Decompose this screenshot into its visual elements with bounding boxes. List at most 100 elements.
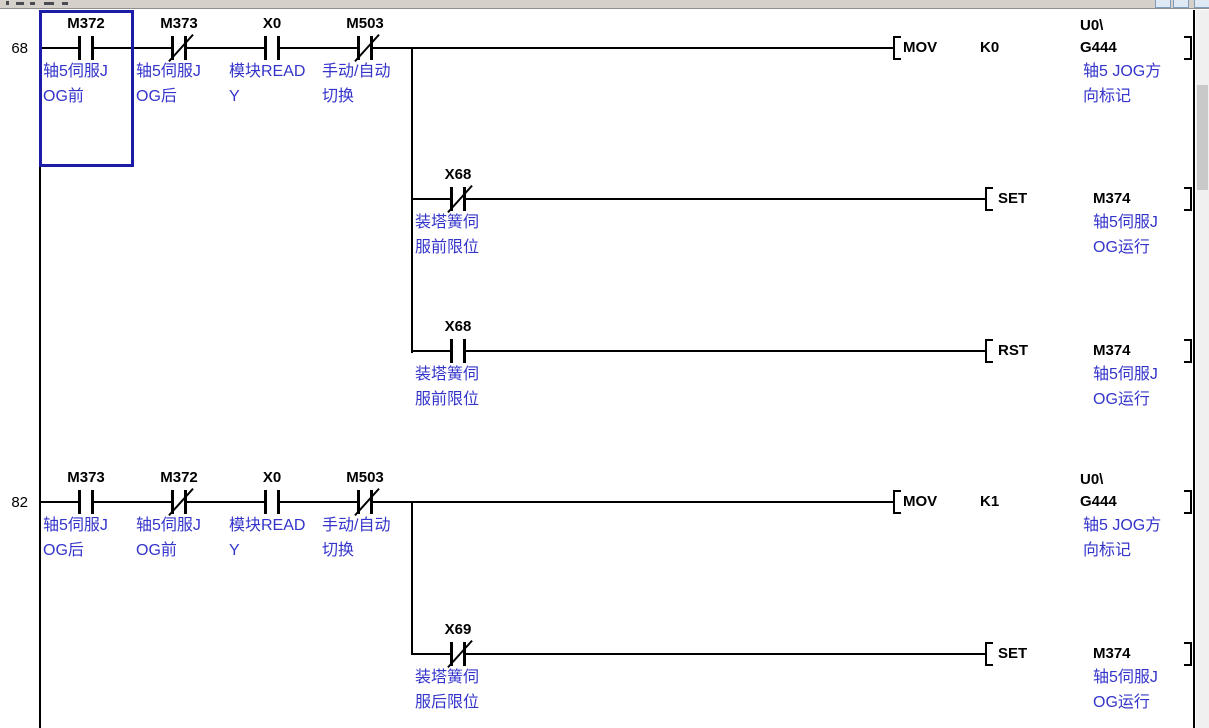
- scrollbar-thumb[interactable]: [1197, 85, 1208, 190]
- comment-line: Y: [229, 538, 305, 563]
- device-name: X0: [227, 15, 317, 32]
- wire-branch68-set: [412, 198, 985, 200]
- device-name: M372: [134, 469, 224, 486]
- instruction-name[interactable]: MOV: [903, 39, 937, 56]
- device-comment: 轴5伺服J OG后: [136, 59, 201, 109]
- rung-number: 82: [0, 494, 28, 511]
- device-name: X0: [227, 469, 317, 486]
- selection-cursor: [39, 10, 134, 167]
- instruction-dest-line2[interactable]: G444: [1080, 493, 1117, 510]
- instruction-source[interactable]: K1: [980, 493, 999, 510]
- device-name: M373: [41, 469, 131, 486]
- close-icon[interactable]: [1194, 0, 1209, 8]
- toolbar-fragment: [44, 2, 54, 5]
- device-comment: 轴5伺服J OG运行: [1093, 665, 1158, 715]
- rung-number: 68: [0, 40, 28, 57]
- device-comment: 装塔簧伺 服前限位: [415, 210, 479, 260]
- comment-line: 向标记: [1083, 538, 1161, 563]
- device-comment: 轴5伺服J OG前: [136, 513, 201, 563]
- ladder-editor[interactable]: 68 82 M372 轴5伺服J OG前 M373 轴5伺服J OG后 X0 模…: [0, 10, 1196, 728]
- device-comment: 轴5伺服J OG运行: [1093, 210, 1158, 260]
- toolbar-clipped-strip: [0, 0, 1209, 9]
- wire-branch82-set: [412, 653, 985, 655]
- device-name: X68: [413, 166, 503, 183]
- instruction-bracket-right: [1184, 339, 1192, 363]
- comment-line: 装塔簧伺: [415, 665, 479, 690]
- restore-icon[interactable]: [1173, 0, 1189, 8]
- toolbar-fragment: [30, 2, 35, 5]
- instruction-dest-line1[interactable]: U0\: [1080, 17, 1103, 34]
- comment-line: 切换: [322, 84, 390, 109]
- instruction-name[interactable]: RST: [998, 342, 1028, 359]
- toolbar-fragment: [62, 2, 68, 5]
- comment-line: 轴5伺服J: [1093, 210, 1158, 235]
- instruction-source[interactable]: K0: [980, 39, 999, 56]
- comment-line: 装塔簧伺: [415, 210, 479, 235]
- instruction-bracket-left: [985, 187, 993, 211]
- instruction-operand[interactable]: M374: [1093, 342, 1131, 359]
- comment-line: 轴5伺服J: [136, 513, 201, 538]
- minimize-icon[interactable]: [1155, 0, 1171, 8]
- device-comment: 模块READ Y: [229, 513, 305, 563]
- comment-line: 切换: [322, 538, 390, 563]
- device-comment: 装塔簧伺 服前限位: [415, 362, 479, 412]
- comment-line: 轴5 JOG方: [1083, 59, 1161, 84]
- device-comment: 轴5伺服J OG后: [43, 513, 108, 563]
- contact-m503[interactable]: [357, 36, 373, 60]
- instruction-bracket-right: [1184, 187, 1192, 211]
- instruction-name[interactable]: MOV: [903, 493, 937, 510]
- contact-x68-no[interactable]: [450, 339, 466, 363]
- comment-line: 手动/自动: [322, 59, 390, 84]
- comment-line: 向标记: [1083, 84, 1161, 109]
- comment-line: 装塔簧伺: [415, 362, 479, 387]
- comment-line: 服后限位: [415, 690, 479, 715]
- comment-line: 轴5伺服J: [1093, 362, 1158, 387]
- instruction-bracket-right: [1184, 490, 1192, 514]
- toolbar-fragment: [16, 2, 24, 5]
- comment-line: 轴5伺服J: [136, 59, 201, 84]
- comment-line: 服前限位: [415, 235, 479, 260]
- comment-line: OG运行: [1093, 387, 1158, 412]
- contact-m373[interactable]: [78, 490, 94, 514]
- device-comment: 装塔簧伺 服后限位: [415, 665, 479, 715]
- instruction-name[interactable]: SET: [998, 645, 1027, 662]
- device-name: M503: [320, 469, 410, 486]
- device-comment: 轴5 JOG方 向标记: [1083, 59, 1161, 109]
- device-name: X68: [413, 318, 503, 335]
- instruction-dest-line1[interactable]: U0\: [1080, 471, 1103, 488]
- instruction-name[interactable]: SET: [998, 190, 1027, 207]
- contact-x0[interactable]: [264, 490, 280, 514]
- instruction-dest-line2[interactable]: G444: [1080, 39, 1117, 56]
- comment-line: 轴5伺服J: [43, 513, 108, 538]
- comment-line: 轴5伺服J: [1093, 665, 1158, 690]
- comment-line: OG后: [43, 538, 108, 563]
- right-power-rail: [1193, 10, 1195, 728]
- contact-m373[interactable]: [171, 36, 187, 60]
- instruction-operand[interactable]: M374: [1093, 645, 1131, 662]
- comment-line: OG前: [136, 538, 201, 563]
- contact-x69-nc[interactable]: [450, 642, 466, 666]
- instruction-bracket-left: [893, 490, 901, 514]
- comment-line: 模块READ: [229, 59, 305, 84]
- toolbar-fragment: [6, 1, 9, 5]
- device-comment: 模块READ Y: [229, 59, 305, 109]
- comment-line: 服前限位: [415, 387, 479, 412]
- contact-x0[interactable]: [264, 36, 280, 60]
- instruction-bracket-left: [985, 642, 993, 666]
- comment-line: OG运行: [1093, 235, 1158, 260]
- device-name: X69: [413, 621, 503, 638]
- contact-m372-nc[interactable]: [171, 490, 187, 514]
- comment-line: OG后: [136, 84, 201, 109]
- device-comment: 手动/自动 切换: [322, 513, 390, 563]
- device-comment: 手动/自动 切换: [322, 59, 390, 109]
- wire-rung82: [40, 501, 893, 503]
- wire-branch68-rst: [412, 350, 985, 352]
- contact-x68-nc[interactable]: [450, 187, 466, 211]
- instruction-operand[interactable]: M374: [1093, 190, 1131, 207]
- comment-line: Y: [229, 84, 305, 109]
- device-name: M373: [134, 15, 224, 32]
- instruction-bracket-right: [1184, 642, 1192, 666]
- instruction-bracket-right: [1184, 36, 1192, 60]
- vertical-scrollbar[interactable]: [1196, 10, 1209, 728]
- contact-m503[interactable]: [357, 490, 373, 514]
